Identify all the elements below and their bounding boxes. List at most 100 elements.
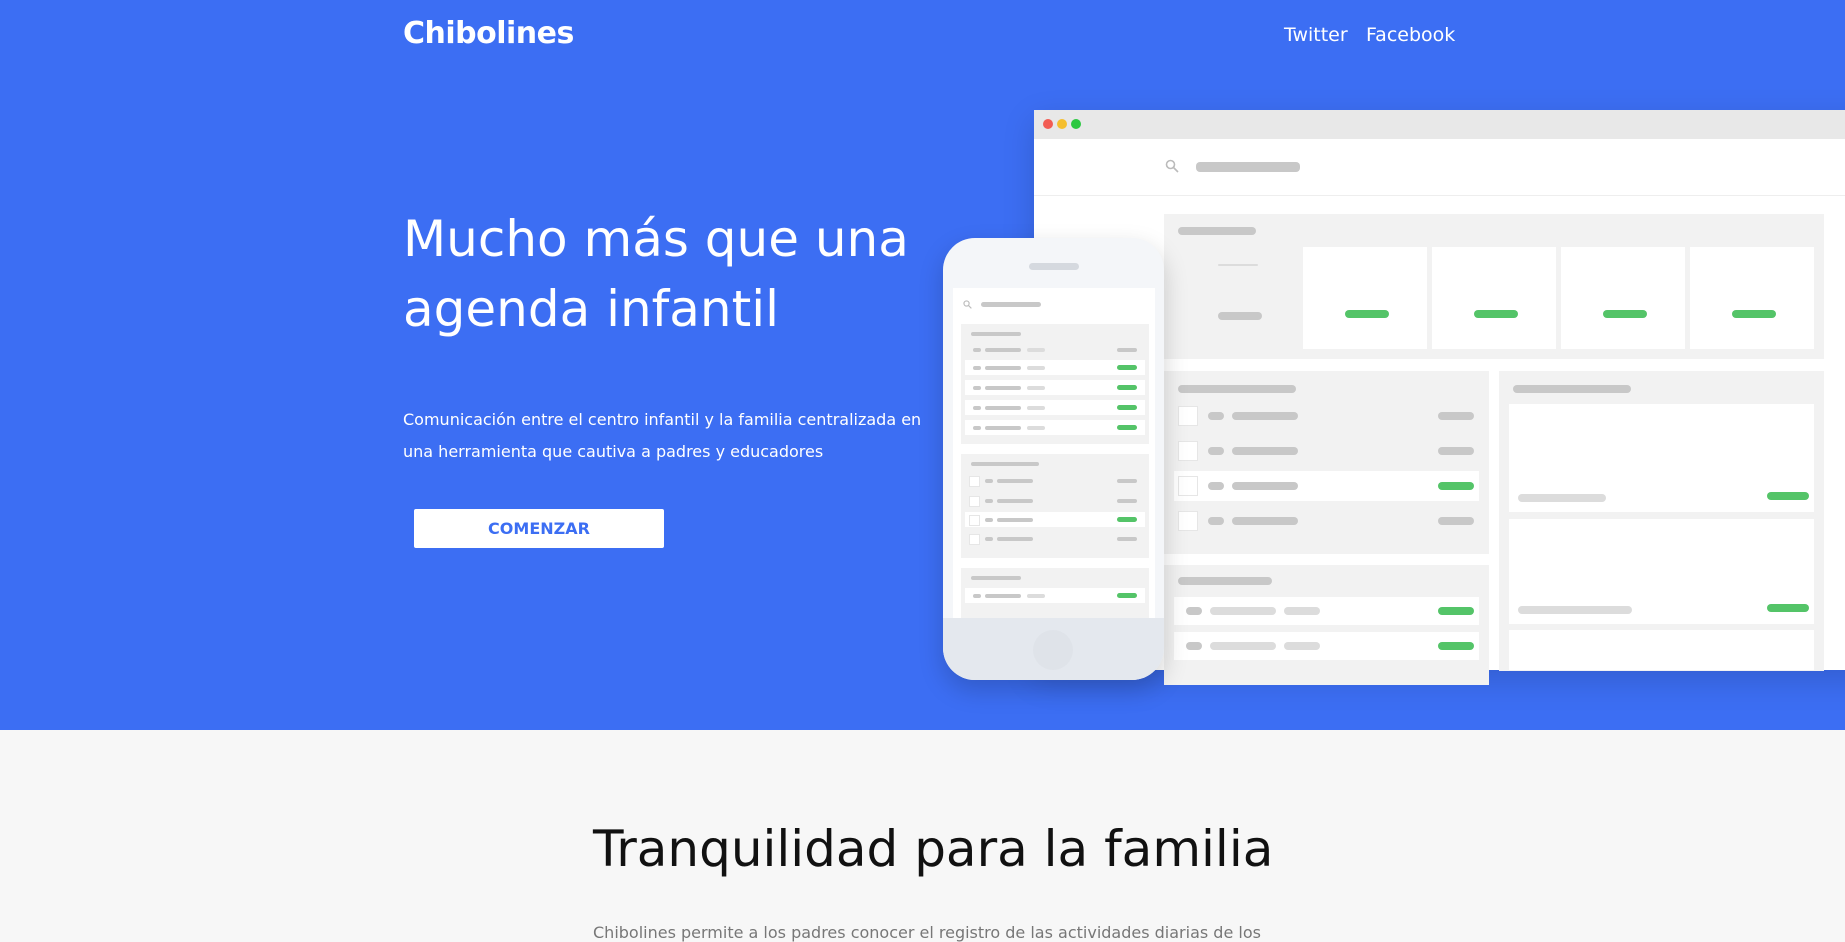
placeholder-bar (1284, 642, 1320, 650)
placeholder-bar (973, 386, 981, 390)
placeholder-bar (985, 426, 1021, 430)
placeholder-bar (1027, 348, 1045, 352)
placeholder-bar (997, 537, 1033, 541)
placeholder-bar (1232, 447, 1298, 455)
checkbox-placeholder (1178, 476, 1198, 496)
panel-title-bar (1178, 577, 1272, 585)
checkbox-placeholder (1178, 406, 1198, 426)
placeholder-bar (1438, 447, 1474, 455)
placeholder-bar (1208, 517, 1224, 525)
placeholder-bar (985, 594, 1021, 598)
phone-list-panel (961, 454, 1149, 558)
search-icon (1165, 159, 1179, 173)
phone-list-row (965, 360, 1145, 375)
placeholder-bar (1210, 607, 1276, 615)
placeholder-bar (997, 499, 1033, 503)
placeholder-bar (1027, 426, 1045, 430)
checkbox-placeholder (969, 515, 980, 526)
stat-card (1690, 247, 1814, 349)
nav-link-facebook[interactable]: Facebook (1366, 24, 1455, 46)
search-placeholder-bar (981, 302, 1041, 307)
mockup-header (1034, 139, 1845, 196)
minimize-dot-icon (1057, 119, 1067, 129)
cards-panel (1499, 371, 1824, 671)
brand-logo[interactable]: Chibolines (403, 16, 574, 51)
placeholder-bar (985, 406, 1021, 410)
panel-title-bar (971, 332, 1021, 336)
status-bar (1438, 607, 1474, 615)
placeholder-bar (1027, 386, 1045, 390)
placeholder-bar (973, 594, 981, 598)
placeholder-bar (1218, 264, 1258, 266)
placeholder-bar (985, 499, 993, 503)
checkbox-placeholder (969, 476, 980, 487)
placeholder-bar (985, 479, 993, 483)
hero-section: Chibolines Twitter Facebook Mucho más qu… (0, 0, 1845, 730)
nav-link-twitter[interactable]: Twitter (1284, 24, 1348, 46)
home-button-icon (1033, 630, 1073, 670)
list-row (1174, 632, 1479, 660)
placeholder-bar (973, 366, 981, 370)
status-bar (1767, 492, 1809, 500)
content-card (1509, 519, 1814, 624)
placeholder-bar (985, 386, 1021, 390)
hero-subtitle: Comunicación entre el centro infantil y … (403, 410, 922, 461)
list-row-highlight (1174, 471, 1479, 501)
checkbox-placeholder (1178, 511, 1198, 531)
stat-card (1432, 247, 1556, 349)
phone-speaker (1029, 263, 1079, 270)
stat-card (1303, 247, 1427, 349)
placeholder-bar (1117, 537, 1137, 541)
placeholder-bar (1027, 594, 1045, 598)
stat-value-bar (1732, 310, 1776, 318)
status-bar (1117, 365, 1137, 370)
phone-screen (953, 288, 1155, 618)
placeholder-bar (1117, 479, 1137, 483)
search-placeholder-bar (1196, 162, 1300, 172)
placeholder-bar (1117, 499, 1137, 503)
placeholder-bar (997, 518, 1033, 522)
phone-list-row (965, 588, 1145, 603)
placeholder-bar (985, 366, 1021, 370)
placeholder-bar (1284, 607, 1320, 615)
phone-list-panel (961, 324, 1149, 444)
status-bar (1767, 604, 1809, 612)
placeholder-bar (1208, 447, 1224, 455)
list-row (1174, 597, 1479, 625)
section-title: Tranquilidad para la familia (593, 820, 1274, 878)
panel-title-bar (1178, 385, 1296, 393)
panel-title-bar (1178, 227, 1256, 235)
status-bar (1438, 482, 1474, 490)
stat-value-bar (1345, 310, 1389, 318)
placeholder-bar (1438, 412, 1474, 420)
checkbox-placeholder (969, 496, 980, 507)
section-text: Chibolines permite a los padres conocer … (593, 923, 1261, 942)
phone-list-row (965, 512, 1145, 527)
content-card (1509, 630, 1814, 670)
placeholder-bar (985, 537, 993, 541)
placeholder-bar (1210, 642, 1276, 650)
status-bar (1117, 385, 1137, 390)
content-card (1509, 404, 1814, 512)
placeholder-bar (973, 348, 981, 352)
list-panel (1164, 371, 1489, 554)
placeholder-bar (973, 406, 981, 410)
placeholder-bar (1232, 517, 1298, 525)
hero-headline: Mucho más que una agenda infantil (403, 210, 909, 338)
status-bar (1438, 642, 1474, 650)
placeholder-bar (973, 426, 981, 430)
placeholder-bar (1232, 482, 1298, 490)
status-bar (1117, 425, 1137, 430)
phone-list-row (965, 400, 1145, 415)
placeholder-bar (1218, 312, 1262, 320)
close-dot-icon (1043, 119, 1053, 129)
start-button[interactable]: COMENZAR (414, 509, 664, 548)
placeholder-bar (1438, 517, 1474, 525)
search-icon (963, 300, 972, 309)
placeholder-bar (985, 518, 993, 522)
phone-list-row (965, 380, 1145, 395)
phone-list-row (965, 420, 1145, 435)
stats-panel (1164, 214, 1824, 359)
placeholder-bar (1232, 412, 1298, 420)
placeholder-bar (1208, 412, 1224, 420)
